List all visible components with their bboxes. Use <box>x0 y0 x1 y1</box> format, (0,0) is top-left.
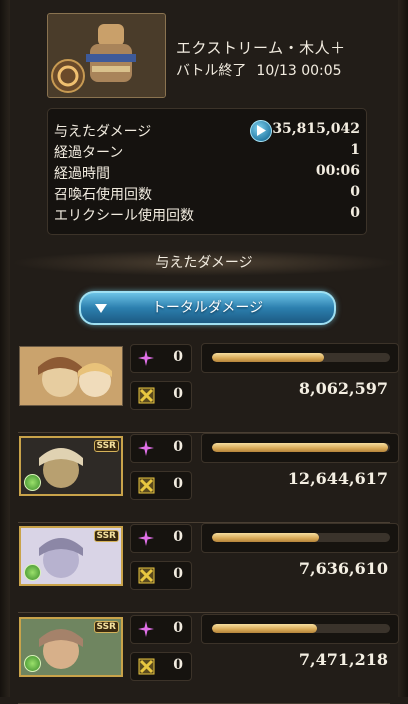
summon-label: 召喚石使用回数 <box>54 187 152 203</box>
skill-count-box: 0 <box>130 524 192 553</box>
quest-status-line: バトル終了 10/13 00:05 <box>176 60 342 80</box>
ca-count-box: 0 <box>130 381 192 410</box>
skill-count: 0 <box>173 349 183 365</box>
skill-count-box: 0 <box>130 344 192 373</box>
character-damage: 7,471,218 <box>298 650 388 669</box>
damage-bar-track <box>212 533 390 542</box>
quest-thumbnail <box>47 13 166 98</box>
character-portrait[interactable]: SSR <box>19 436 123 496</box>
character-damage: 12,644,617 <box>287 469 388 488</box>
stat-row-time: 経過時間 00:06 <box>54 163 360 183</box>
dropdown-triangle-icon <box>95 304 107 313</box>
stat-row-damage: 与えたダメージ 35,815,042 <box>54 120 360 142</box>
turns-value: 1 <box>350 142 360 158</box>
character-row: SSR 0 0 12,644,617 <box>10 433 399 523</box>
ca-count: 0 <box>173 566 183 582</box>
damage-bar-fill <box>212 624 318 633</box>
character-portrait[interactable]: SSR <box>19 526 123 586</box>
damage-value: 35,815,042 <box>272 121 360 137</box>
charge-attack-icon <box>138 658 155 675</box>
ssr-badge: SSR <box>93 440 119 452</box>
skill-count-box: 0 <box>130 615 192 644</box>
stat-row-summon: 召喚石使用回数 0 <box>54 184 360 204</box>
damage-bar-track <box>212 624 390 633</box>
right-border <box>398 0 408 697</box>
left-border <box>0 0 10 697</box>
character-portrait[interactable]: SSR <box>19 617 123 677</box>
elixir-label: エリクシール使用回数 <box>54 208 194 224</box>
character-portrait[interactable] <box>19 346 123 406</box>
ca-count-box: 0 <box>130 561 192 590</box>
quest-title: エクストリーム・木人＋ <box>176 39 346 57</box>
skill-count: 0 <box>173 620 183 636</box>
row-divider <box>18 612 390 613</box>
skill-count: 0 <box>173 529 183 545</box>
wind-element-icon <box>24 564 41 581</box>
damage-bar-track <box>212 443 390 452</box>
section-title: 与えたダメージ <box>10 250 398 276</box>
damage-type-dropdown[interactable]: トータルダメージ <box>79 291 336 325</box>
character-row: 0 0 8,062,597 <box>10 343 399 433</box>
stat-row-elixir: エリクシール使用回数 0 <box>54 205 360 225</box>
character-row: SSR 0 0 7,636,610 <box>10 523 399 613</box>
skill-count: 0 <box>173 439 183 455</box>
ssr-badge: SSR <box>93 530 119 542</box>
damage-bar-fill <box>212 533 319 542</box>
skill-sparkle-icon <box>138 621 154 637</box>
charge-attack-icon <box>138 567 155 584</box>
damage-bar-fill <box>212 353 325 362</box>
damage-bar-track <box>212 353 390 362</box>
damage-label: 与えたダメージ <box>54 124 152 140</box>
charge-attack-icon <box>138 477 155 494</box>
ca-count-box: 0 <box>130 471 192 500</box>
character-portrait-image <box>20 347 122 405</box>
wind-element-icon <box>24 474 41 491</box>
turns-label: 経過ターン <box>54 145 124 161</box>
charge-attack-icon <box>138 387 155 404</box>
summon-value: 0 <box>350 184 360 200</box>
damage-bar-fill <box>212 443 389 452</box>
character-damage: 7,636,610 <box>298 559 388 578</box>
character-damage: 8,062,597 <box>298 379 388 398</box>
damage-bar-box <box>201 343 399 373</box>
skill-count-box: 0 <box>130 434 192 463</box>
ssr-badge: SSR <box>93 621 119 633</box>
skill-sparkle-icon <box>138 440 154 456</box>
elixir-value: 0 <box>350 205 360 221</box>
ca-count-box: 0 <box>130 652 192 681</box>
ca-count: 0 <box>173 657 183 673</box>
stat-row-turns: 経過ターン 1 <box>54 142 360 162</box>
damage-bar-box <box>201 614 399 644</box>
ca-count: 0 <box>173 476 183 492</box>
skill-sparkle-icon <box>138 350 154 366</box>
quest-datetime: 10/13 00:05 <box>256 63 342 79</box>
play-icon[interactable] <box>250 120 272 142</box>
damage-bar-box <box>201 433 399 463</box>
wind-element-icon <box>24 655 41 672</box>
quest-status: バトル終了 <box>176 63 247 79</box>
time-value: 00:06 <box>315 163 360 179</box>
training-dummy-image <box>48 14 165 97</box>
battle-stats-panel: 与えたダメージ 35,815,042 経過ターン 1 経過時間 00:06 召喚… <box>47 108 367 235</box>
damage-type-label: トータルダメージ <box>151 300 264 316</box>
time-label: 経過時間 <box>54 166 110 182</box>
ca-count: 0 <box>173 386 183 402</box>
skill-sparkle-icon <box>138 530 154 546</box>
character-row: SSR 0 0 7,471,218 <box>10 614 399 704</box>
damage-bar-box <box>201 523 399 553</box>
